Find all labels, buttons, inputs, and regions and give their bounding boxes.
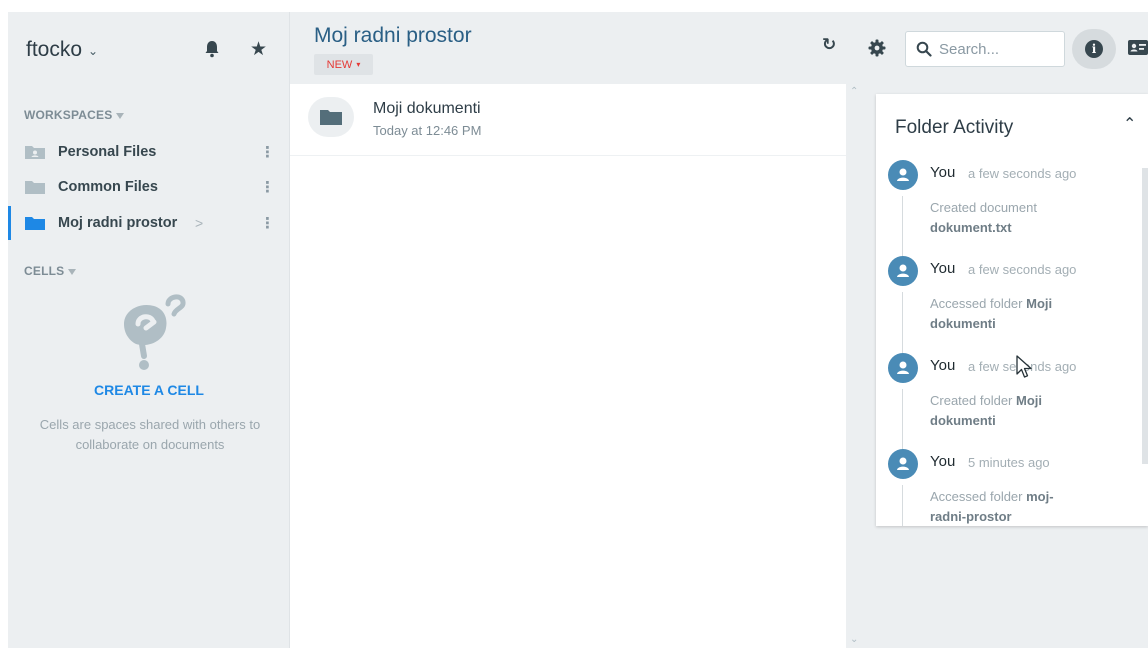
top-strip [0,0,1148,12]
user-icon [897,361,909,374]
header: Moj radni prostor NEW ▾ ↻ i [290,12,1148,84]
activity-title: Folder Activity [895,117,1014,138]
gear-icon[interactable] [868,39,886,57]
info-button[interactable]: i [1072,29,1116,69]
timeline-line [902,389,903,453]
refresh-icon[interactable]: ↻ [822,35,836,55]
activity-target[interactable]: dokument.txt [930,220,1012,235]
create-cell-link[interactable]: CREATE A CELL [8,382,290,398]
activity-user: You [930,357,956,374]
timeline-line [902,485,903,526]
scroll-down-icon[interactable]: ⌄ [850,634,858,645]
sidebar-item-common-files[interactable]: Common Files ⋮ [8,170,290,204]
cells-logo-icon [124,294,186,370]
sidebar-item-moj-radni-prostor[interactable]: Moj radni prostor > ⋮ [8,206,290,240]
bell-icon[interactable] [204,40,220,58]
timeline-line [902,196,903,260]
search-icon [916,41,932,57]
sidebar-item-personal-files[interactable]: Personal Files ⋮ [8,135,290,169]
activity-time: a few seconds ago [968,166,1077,181]
activity-user: You [930,164,956,181]
user-name: ftocko [26,38,83,61]
file-date: Today at 12:46 PM [373,123,482,138]
user-icon [897,264,909,277]
activity-action: Accessed folder [930,296,1023,311]
avatar [888,353,918,383]
activity-action: Accessed folder [930,489,1023,504]
folder-icon [25,217,45,230]
new-button-label: NEW [326,58,353,71]
mouse-cursor-icon [1016,355,1032,378]
chevron-up-icon[interactable]: ⌃ [1123,114,1136,134]
cells-description: Cells are spaces shared with others to c… [39,417,261,452]
sidebar-item-label: Personal Files [58,144,157,160]
timeline-line [902,292,903,356]
avatar [888,449,918,479]
file-list-scrollbar[interactable] [846,84,864,648]
more-vertical-icon[interactable]: ⋮ [260,216,275,231]
activity-user: You [930,453,956,470]
activity-time: a few seconds ago [968,262,1077,277]
activity-description: Created folder Moji dokumenti [930,391,1080,430]
search-input[interactable] [939,40,1059,58]
activity-user: You [930,260,956,277]
page-title: Moj radni prostor [314,24,472,47]
sidebar-item-label: Moj radni prostor [58,215,178,231]
file-icon-badge [308,97,354,137]
user-icon [897,168,909,181]
user-menu[interactable]: ftocko ⌄ [26,38,98,62]
activity-description: Created document dokument.txt [930,198,1080,237]
workspaces-header: WORKSPACES [24,108,125,122]
more-vertical-icon[interactable]: ⋮ [260,180,275,195]
folder-user-icon [25,146,45,159]
activity-description: Accessed folder Moji dokumenti [930,294,1080,333]
workspaces-label: WORKSPACES [24,108,113,122]
info-icon: i [1085,40,1103,58]
sidebar-item-label: Common Files [58,179,158,195]
filter-icon[interactable] [116,113,125,119]
star-icon[interactable]: ★ [250,38,267,61]
chevron-right-icon[interactable]: > [195,215,203,231]
file-name: Moji dokumenti [373,100,481,117]
user-icon [897,457,909,470]
activity-scrollbar[interactable] [1142,168,1148,464]
file-list: Moji dokumenti Today at 12:46 PM [290,84,846,648]
new-button[interactable]: NEW ▾ [314,54,373,75]
id-card-icon[interactable] [1128,40,1148,55]
more-vertical-icon[interactable]: ⋮ [260,145,275,160]
cells-label: CELLS [24,264,65,278]
activity-description: Accessed folder moj-radni-prostor [930,487,1080,526]
cells-header: CELLS [24,264,77,278]
folder-icon [320,110,342,125]
sidebar: ftocko ⌄ ★ WORKSPACES Personal Files ⋮ C… [8,12,290,648]
search-box[interactable] [905,31,1065,67]
activity-time: 5 minutes ago [968,455,1050,470]
folder-activity-card: Folder Activity ⌃ You a few seconds ago … [876,94,1148,526]
scroll-up-icon[interactable]: ⌃ [850,86,858,97]
caret-down-icon: ▾ [356,60,361,69]
filter-icon[interactable] [68,269,77,275]
avatar [888,256,918,286]
chevron-down-icon: ⌄ [88,44,99,58]
activity-action: Created folder [930,393,1013,408]
folder-icon [25,181,45,194]
avatar [888,160,918,190]
file-row[interactable]: Moji dokumenti Today at 12:46 PM [290,84,846,156]
activity-action: Created document [930,200,1037,215]
